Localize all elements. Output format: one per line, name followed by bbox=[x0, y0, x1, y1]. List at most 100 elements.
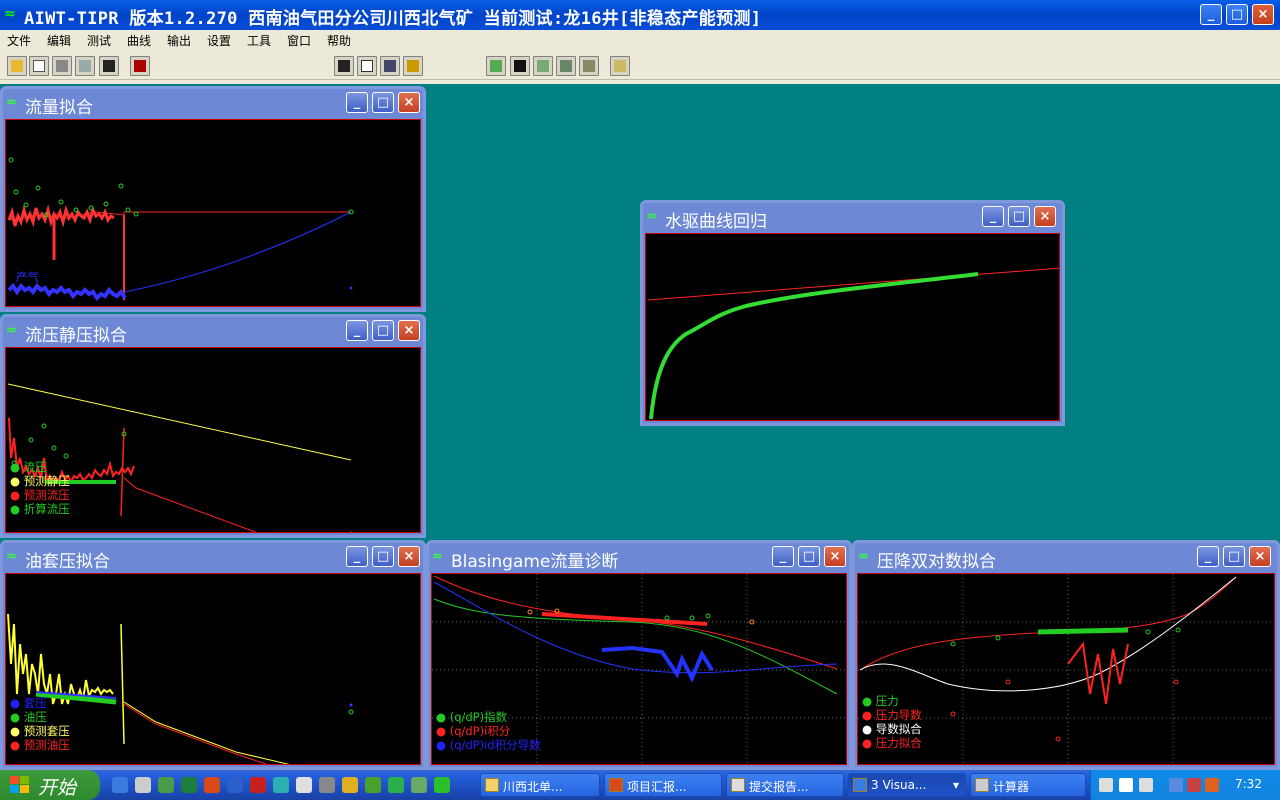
menu-window[interactable]: 窗口 bbox=[287, 32, 311, 49]
notepad-icon[interactable] bbox=[135, 777, 151, 793]
toolbar bbox=[0, 52, 1280, 80]
help-icon[interactable] bbox=[403, 56, 423, 76]
predicted-casing-line bbox=[123, 701, 290, 764]
flow-fit-plot[interactable]: 产气 bbox=[5, 119, 421, 307]
close-button[interactable]: × bbox=[1034, 206, 1056, 227]
tools-icon[interactable] bbox=[342, 777, 358, 793]
pressure-fit-plot[interactable]: ● 流压 ● 预测静压 ● 预测流压 ● 折算流压 bbox=[5, 347, 421, 533]
keyboard-icon[interactable] bbox=[1099, 778, 1113, 792]
maximize-button[interactable]: □ bbox=[372, 92, 394, 113]
table-icon[interactable] bbox=[357, 56, 377, 76]
help-tray-icon[interactable] bbox=[1119, 778, 1133, 792]
music-icon[interactable] bbox=[411, 777, 427, 793]
loglog-plot[interactable]: ● 压力 ● 压力导数 ● 导数拟合 ● 压力拟合 bbox=[857, 573, 1275, 765]
input-method-icon[interactable] bbox=[1139, 778, 1153, 792]
menu-settings[interactable]: 设置 bbox=[207, 32, 231, 49]
mdi-workspace: ≈ 流量拟合 _ □ × 产气 ≈ 流压静压拟合 _ □ × ● 流压 ● 预测… bbox=[0, 84, 1280, 770]
task-report[interactable]: 项目汇报... bbox=[604, 773, 722, 797]
maximize-button[interactable]: □ bbox=[372, 546, 394, 567]
ie-icon[interactable] bbox=[112, 777, 128, 793]
close-button[interactable]: × bbox=[398, 320, 420, 341]
water-drive-window[interactable]: ≈ 水驱曲线回归 _ □ × bbox=[640, 200, 1065, 426]
word-icon[interactable] bbox=[227, 777, 243, 793]
print-icon[interactable] bbox=[52, 56, 72, 76]
minimize-button[interactable]: _ bbox=[1197, 546, 1219, 567]
chat-icon[interactable] bbox=[388, 777, 404, 793]
security-icon[interactable] bbox=[1205, 778, 1219, 792]
close-button[interactable]: × bbox=[824, 546, 846, 567]
flow-fit-chart bbox=[7, 157, 354, 302]
number-one-icon[interactable] bbox=[510, 56, 530, 76]
bar-chart-icon[interactable] bbox=[579, 56, 599, 76]
menu-tools[interactable]: 工具 bbox=[247, 32, 271, 49]
menu-curve[interactable]: 曲线 bbox=[127, 32, 151, 49]
scatter-icon[interactable] bbox=[533, 56, 553, 76]
minimize-button[interactable]: _ bbox=[772, 546, 794, 567]
predicted-static-line bbox=[7, 383, 352, 461]
minimize-button[interactable]: _ bbox=[346, 320, 368, 341]
print-preview-icon[interactable] bbox=[75, 56, 95, 76]
tubing-fit-titlebar[interactable]: ≈ 油套压拟合 _ □ × bbox=[3, 543, 423, 572]
brush-icon[interactable] bbox=[610, 56, 630, 76]
new-document-icon[interactable] bbox=[29, 56, 49, 76]
task-calculator[interactable]: 计算器 bbox=[970, 773, 1086, 797]
legend-item-derivative-fit: ● 导数拟合 bbox=[862, 722, 922, 736]
media-icon[interactable] bbox=[158, 777, 174, 793]
blasingame-titlebar[interactable]: ≈ Blasingame流量诊断 _ □ × bbox=[429, 543, 849, 572]
close-button[interactable]: × bbox=[1249, 546, 1271, 567]
flow-fit-titlebar[interactable]: ≈ 流量拟合 _ □ × bbox=[3, 89, 423, 118]
loglog-window[interactable]: ≈ 压降双对数拟合 _ □ × ● 压力 ● 压力导数 ● 导数拟合 ● 压力拟… bbox=[852, 540, 1280, 770]
water-drive-plot[interactable] bbox=[645, 233, 1060, 421]
minimize-button[interactable]: _ bbox=[982, 206, 1004, 227]
menu-output[interactable]: 输出 bbox=[167, 32, 191, 49]
pressure-fit-window[interactable]: ≈ 流压静压拟合 _ □ × ● 流压 ● 预测静压 ● 预测流压 ● 折算流压 bbox=[0, 314, 426, 538]
chart-crosshair-icon[interactable] bbox=[334, 56, 354, 76]
water-drive-titlebar[interactable]: ≈ 水驱曲线回归 _ □ × bbox=[643, 203, 1062, 232]
maximize-button[interactable]: □ bbox=[1008, 206, 1030, 227]
menu-file[interactable]: 文件 bbox=[7, 32, 31, 49]
close-button[interactable]: × bbox=[398, 92, 420, 113]
loglog-titlebar[interactable]: ≈ 压降双对数拟合 _ □ × bbox=[855, 543, 1277, 572]
powerpoint-icon bbox=[609, 778, 623, 792]
browser-icon[interactable] bbox=[273, 777, 289, 793]
blasingame-window[interactable]: ≈ Blasingame流量诊断 _ □ × ● (q/dP)指数 ● (q/d… bbox=[426, 540, 852, 770]
line-chart-icon[interactable] bbox=[556, 56, 576, 76]
minimize-button[interactable]: _ bbox=[346, 92, 368, 113]
excel-icon[interactable] bbox=[181, 777, 197, 793]
open-folder-icon[interactable] bbox=[7, 56, 27, 76]
calculator-grid-icon[interactable] bbox=[130, 56, 150, 76]
blasingame-plot[interactable]: ● (q/dP)指数 ● (q/dP)i积分 ● (q/dP)id积分导数 bbox=[431, 573, 847, 765]
menu-edit[interactable]: 编辑 bbox=[47, 32, 71, 49]
task-visual[interactable]: 3 Visua... ▾ bbox=[848, 773, 966, 797]
layers-icon[interactable] bbox=[486, 56, 506, 76]
task-folder[interactable]: 川西北单... bbox=[480, 773, 600, 797]
qq-icon[interactable] bbox=[365, 777, 381, 793]
minimize-button[interactable]: _ bbox=[346, 546, 368, 567]
tubing-fit-plot[interactable]: ● 套压 ● 油压 ● 预测套压 ● 预测油压 bbox=[5, 573, 421, 765]
green-icon[interactable] bbox=[434, 777, 450, 793]
maximize-button[interactable]: □ bbox=[798, 546, 820, 567]
app-icon[interactable] bbox=[319, 777, 335, 793]
app-maximize-button[interactable]: □ bbox=[1226, 4, 1248, 25]
app-close-button[interactable]: × bbox=[1252, 4, 1274, 25]
flow-fit-window[interactable]: ≈ 流量拟合 _ □ × 产气 bbox=[0, 86, 426, 312]
menu-test[interactable]: 测试 bbox=[87, 32, 111, 49]
pressure-fit-titlebar[interactable]: ≈ 流压静压拟合 _ □ × bbox=[3, 317, 423, 346]
explorer-icon[interactable] bbox=[296, 777, 312, 793]
maximize-button[interactable]: □ bbox=[372, 320, 394, 341]
start-button[interactable]: 开始 bbox=[0, 770, 100, 800]
edit-pen-icon[interactable] bbox=[380, 56, 400, 76]
network-icon[interactable] bbox=[1187, 778, 1201, 792]
menu-help[interactable]: 帮助 bbox=[327, 32, 351, 49]
powerpoint-icon[interactable] bbox=[204, 777, 220, 793]
app-minimize-button[interactable]: _ bbox=[1200, 4, 1222, 25]
tubing-fit-window[interactable]: ≈ 油套压拟合 _ □ × ● 套压 ● 油压 ● 预测套压 ● 预测油压 bbox=[0, 540, 426, 770]
back-icon[interactable] bbox=[1169, 778, 1183, 792]
pressure-fit-line bbox=[859, 576, 1237, 671]
maximize-button[interactable]: □ bbox=[1223, 546, 1245, 567]
acrobat-icon[interactable] bbox=[250, 777, 266, 793]
close-button[interactable]: × bbox=[398, 546, 420, 567]
task-submit[interactable]: 提交报告... bbox=[726, 773, 844, 797]
chevron-down-icon: ▾ bbox=[952, 778, 959, 792]
save-icon[interactable] bbox=[99, 56, 119, 76]
